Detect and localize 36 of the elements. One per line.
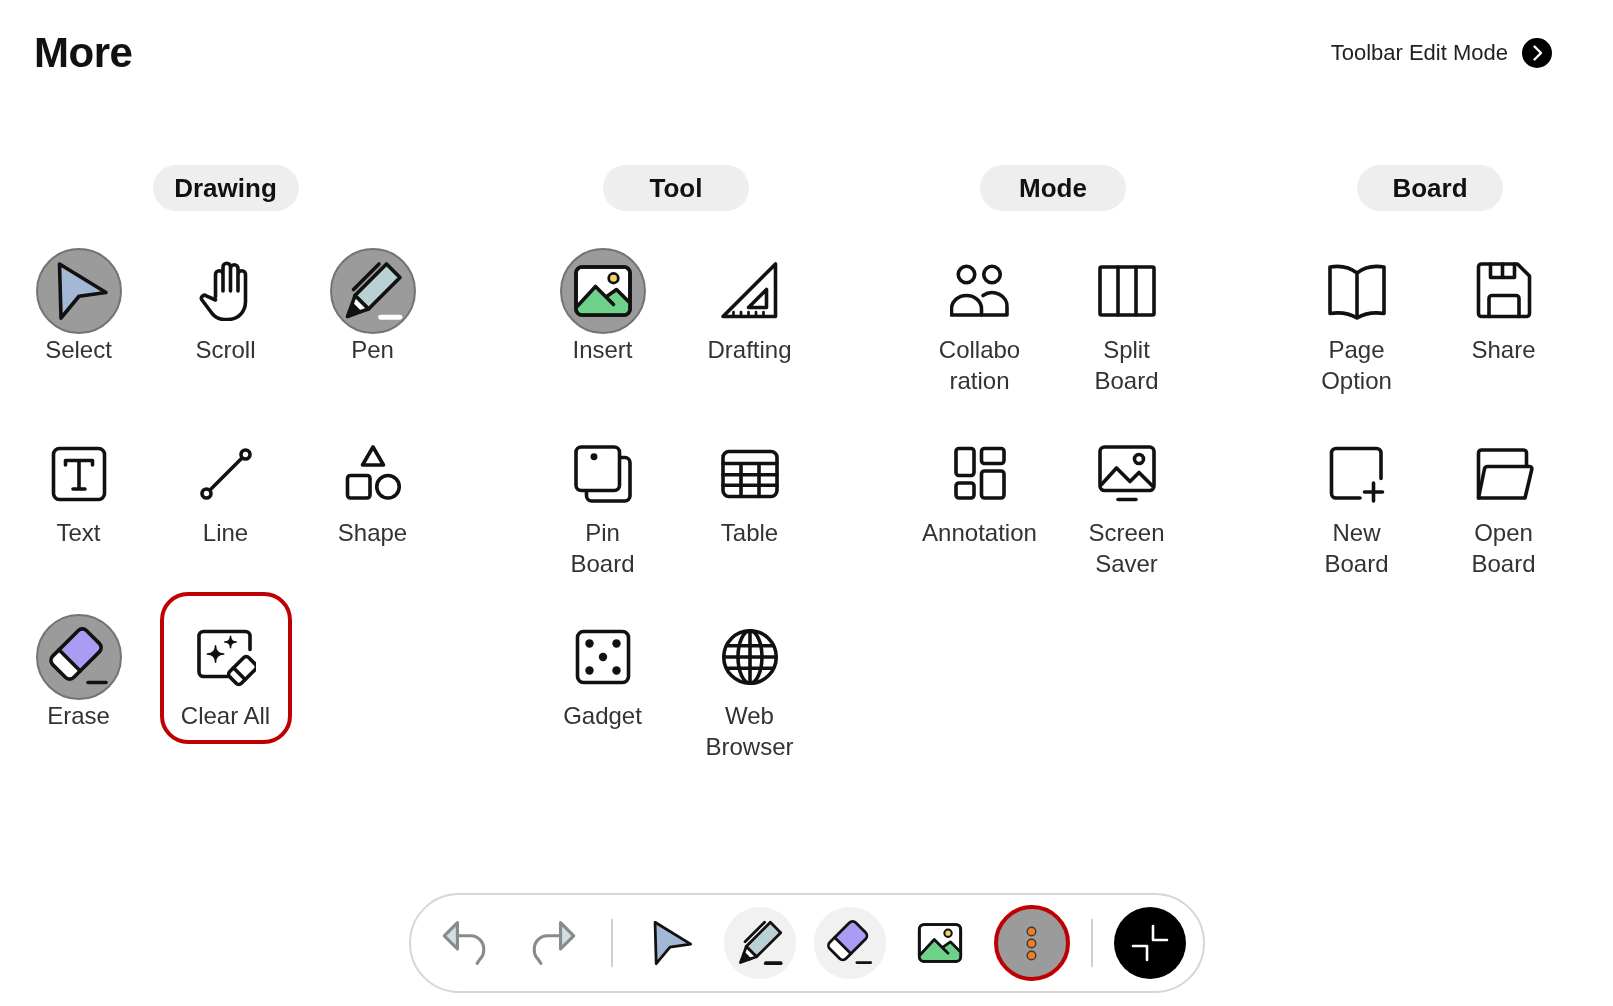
section-heading: Drawing [152,165,299,211]
tool-button[interactable]: Line [159,409,292,561]
tool-button[interactable]: Select [12,226,145,378]
tool-button[interactable]: Pin Board [536,409,669,592]
section-heading: Tool [603,165,749,211]
tool-button[interactable]: Collabo ration [913,226,1046,409]
toolbar-edit-mode-button[interactable]: Toolbar Edit Mode [1330,38,1552,68]
tool-button[interactable]: Web Browser [683,592,816,775]
undo-icon [440,920,487,966]
tool-button[interactable]: Screen Saver [1060,409,1193,592]
tool-button[interactable]: Text [12,409,145,561]
tool-button[interactable]: Annotation [913,409,1046,561]
section-heading: Board [1357,165,1503,211]
tool-button[interactable]: Split Board [1060,226,1193,409]
tool-button[interactable]: Share [1437,226,1570,378]
redo-icon [530,920,577,966]
tool-button[interactable]: Drafting [683,226,816,378]
tool-button[interactable]: Scroll [159,226,292,378]
tool-button[interactable]: Insert [536,226,669,378]
image-icon [916,920,963,966]
tool-button[interactable]: Pen [306,226,439,378]
tool-button[interactable]: Page Option [1290,226,1423,409]
tool-button[interactable]: Erase [12,592,145,744]
tool-button[interactable]: New Board [1290,409,1423,592]
collapse-icon [1130,924,1169,962]
tool-button[interactable]: Clear All [159,592,292,744]
tool-button[interactable]: Table [683,409,816,561]
chevron-right-icon [1522,38,1552,68]
tool-button[interactable]: Shape [306,409,439,561]
pen-icon [736,920,783,966]
page-title: More [34,32,133,74]
vertical-dots-icon [1026,925,1037,961]
eraser-icon [826,920,873,966]
tool-button[interactable]: Open Board [1437,409,1570,592]
section-heading: Mode [980,165,1126,211]
tool-button[interactable]: Gadget [536,592,669,744]
